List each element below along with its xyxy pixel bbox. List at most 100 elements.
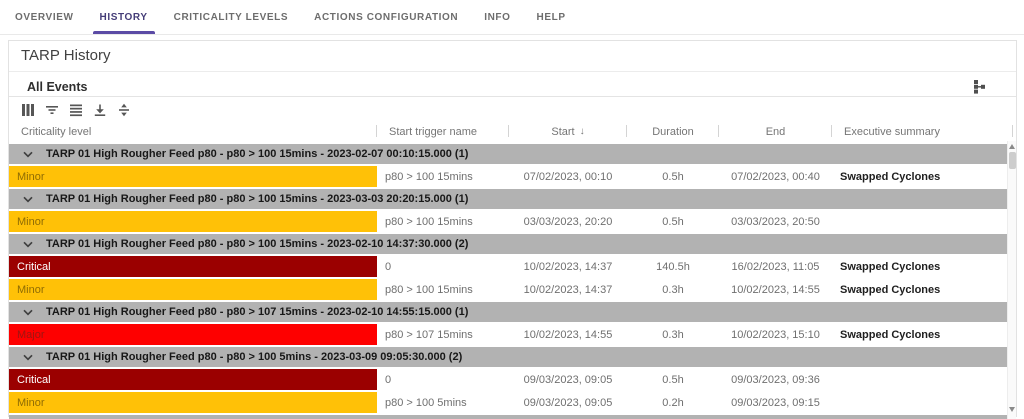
download-icon[interactable] bbox=[93, 103, 107, 117]
section-title: All Events bbox=[27, 80, 87, 94]
col-header-end[interactable]: End bbox=[719, 122, 832, 141]
start-cell: 09/03/2023, 09:05 bbox=[509, 369, 627, 390]
col-header-executive-summary[interactable]: Executive summary bbox=[832, 122, 1013, 141]
group-header-label: TARP 01 High Rougher Feed p80 - p80 > 10… bbox=[46, 238, 468, 250]
start-cell: 07/02/2023, 00:10 bbox=[509, 166, 627, 187]
column-separator bbox=[1012, 125, 1013, 137]
col-header-label: Executive summary bbox=[844, 126, 940, 138]
chevron-down-icon bbox=[23, 151, 33, 158]
event-row[interactable]: Critical009/03/2023, 09:050.5h09/03/2023… bbox=[9, 369, 1016, 390]
start-trigger-cell: p80 > 100 15mins bbox=[377, 279, 509, 300]
executive-summary-cell: Swapped Cyclones bbox=[832, 324, 1013, 345]
partial-group-header-row[interactable] bbox=[9, 415, 1015, 419]
group-header-row[interactable]: TARP 01 High Rougher Feed p80 - p80 > 10… bbox=[9, 347, 1015, 367]
start-trigger-cell: p80 > 100 15mins bbox=[377, 166, 509, 187]
tab-actions-configuration[interactable]: ACTIONS CONFIGURATION bbox=[301, 0, 471, 34]
event-row[interactable]: Minorp80 > 100 15mins07/02/2023, 00:100.… bbox=[9, 166, 1016, 187]
criticality-cell: Major bbox=[9, 324, 377, 345]
executive-summary-cell bbox=[832, 211, 1013, 232]
tree-icon[interactable] bbox=[971, 79, 986, 94]
rows-container: TARP 01 High Rougher Feed p80 - p80 > 10… bbox=[9, 144, 1016, 419]
filter-icon[interactable] bbox=[45, 103, 59, 117]
chevron-down-icon bbox=[23, 309, 33, 316]
duration-cell: 0.5h bbox=[627, 369, 719, 390]
page-title: TARP History bbox=[9, 41, 1016, 72]
criticality-cell: Critical bbox=[9, 369, 377, 390]
tab-label: CRITICALITY LEVELS bbox=[174, 12, 289, 23]
executive-summary-cell: Swapped Cyclones bbox=[832, 279, 1013, 300]
row-density-icon[interactable] bbox=[69, 103, 83, 117]
event-row[interactable]: Majorp80 > 107 15mins10/02/2023, 14:550.… bbox=[9, 324, 1016, 345]
end-cell: 09/03/2023, 09:15 bbox=[719, 392, 832, 413]
group-header-row[interactable]: TARP 01 High Rougher Feed p80 - p80 > 10… bbox=[9, 144, 1015, 164]
col-header-start-trigger-name[interactable]: Start trigger name bbox=[377, 122, 509, 141]
col-header-start[interactable]: Start ↓ bbox=[509, 122, 627, 141]
end-cell: 03/03/2023, 20:50 bbox=[719, 211, 832, 232]
end-cell: 10/02/2023, 14:55 bbox=[719, 279, 832, 300]
group-header-label: TARP 01 High Rougher Feed p80 - p80 > 10… bbox=[46, 351, 462, 363]
tab-label: ACTIONS CONFIGURATION bbox=[314, 12, 458, 23]
duration-cell: 0.2h bbox=[627, 392, 719, 413]
start-trigger-cell: p80 > 100 5mins bbox=[377, 392, 509, 413]
duration-cell: 0.5h bbox=[627, 166, 719, 187]
start-trigger-cell: 0 bbox=[377, 369, 509, 390]
criticality-cell: Critical bbox=[9, 256, 377, 277]
start-cell: 10/02/2023, 14:55 bbox=[509, 324, 627, 345]
grid-toolbar bbox=[9, 97, 1016, 120]
tab-label: HISTORY bbox=[100, 12, 148, 23]
end-cell: 09/03/2023, 09:36 bbox=[719, 369, 832, 390]
group-header-label: TARP 01 High Rougher Feed p80 - p80 > 10… bbox=[46, 193, 468, 205]
group-header-row[interactable]: TARP 01 High Rougher Feed p80 - p80 > 10… bbox=[9, 302, 1015, 322]
event-row[interactable]: Minorp80 > 100 15mins10/02/2023, 14:370.… bbox=[9, 279, 1016, 300]
start-trigger-cell: p80 > 100 15mins bbox=[377, 211, 509, 232]
executive-summary-cell: Swapped Cyclones bbox=[832, 166, 1013, 187]
col-header-label: Duration bbox=[652, 126, 694, 138]
chevron-down-icon bbox=[23, 354, 33, 361]
tab-help[interactable]: HELP bbox=[524, 0, 579, 34]
col-header-criticality-level[interactable]: Criticality level bbox=[9, 122, 377, 141]
scroll-up-icon[interactable] bbox=[1009, 144, 1015, 149]
tab-overview[interactable]: OVERVIEW bbox=[2, 0, 87, 34]
duration-cell: 0.3h bbox=[627, 324, 719, 345]
chevron-down-icon bbox=[23, 196, 33, 203]
event-row[interactable]: Critical010/02/2023, 14:37140.5h16/02/20… bbox=[9, 256, 1016, 277]
col-header-label: Start trigger name bbox=[389, 126, 477, 138]
executive-summary-cell bbox=[832, 392, 1013, 413]
column-header-row: Criticality level Start trigger name Start… bbox=[9, 122, 1016, 141]
duration-cell: 0.5h bbox=[627, 211, 719, 232]
tab-info[interactable]: INFO bbox=[471, 0, 523, 34]
start-trigger-cell: 0 bbox=[377, 256, 509, 277]
col-header-label: End bbox=[766, 126, 786, 138]
group-header-label: TARP 01 High Rougher Feed p80 - p80 > 10… bbox=[46, 306, 468, 318]
col-header-label: Start bbox=[551, 126, 574, 138]
start-cell: 09/03/2023, 09:05 bbox=[509, 392, 627, 413]
active-tab-indicator bbox=[93, 31, 155, 34]
tarp-history-card: TARP History All Events bbox=[8, 40, 1017, 417]
event-row[interactable]: Minorp80 > 100 15mins03/03/2023, 20:200.… bbox=[9, 211, 1016, 232]
row-height-icon[interactable] bbox=[117, 103, 131, 117]
duration-cell: 0.3h bbox=[627, 279, 719, 300]
scrollbar-thumb[interactable] bbox=[1009, 152, 1016, 169]
scroll-down-icon[interactable] bbox=[1009, 407, 1015, 412]
all-events-header: All Events bbox=[9, 72, 1016, 99]
end-cell: 10/02/2023, 15:10 bbox=[719, 324, 832, 345]
tab-history[interactable]: HISTORY bbox=[87, 0, 161, 34]
col-header-duration[interactable]: Duration bbox=[627, 122, 719, 141]
event-row[interactable]: Minorp80 > 100 5mins09/03/2023, 09:050.2… bbox=[9, 392, 1016, 413]
group-header-row[interactable]: TARP 01 High Rougher Feed p80 - p80 > 10… bbox=[9, 189, 1015, 209]
tab-label: INFO bbox=[484, 12, 510, 23]
tab-label: OVERVIEW bbox=[15, 12, 74, 23]
tab-bar: OVERVIEW HISTORY CRITICALITY LEVELS ACTIONS… bbox=[0, 0, 1024, 35]
start-cell: 10/02/2023, 14:37 bbox=[509, 256, 627, 277]
group-header-row[interactable]: TARP 01 High Rougher Feed p80 - p80 > 10… bbox=[9, 234, 1015, 254]
criticality-cell: Minor bbox=[9, 166, 377, 187]
tab-criticality-levels[interactable]: CRITICALITY LEVELS bbox=[161, 0, 302, 34]
columns-icon[interactable] bbox=[21, 103, 35, 117]
tab-label: HELP bbox=[537, 12, 566, 23]
executive-summary-cell bbox=[832, 369, 1013, 390]
events-grid: Criticality level Start trigger name Start… bbox=[9, 96, 1016, 419]
start-trigger-cell: p80 > 107 15mins bbox=[377, 324, 509, 345]
vertical-scrollbar[interactable] bbox=[1007, 141, 1016, 419]
duration-cell: 140.5h bbox=[627, 256, 719, 277]
sort-desc-icon: ↓ bbox=[580, 126, 585, 137]
